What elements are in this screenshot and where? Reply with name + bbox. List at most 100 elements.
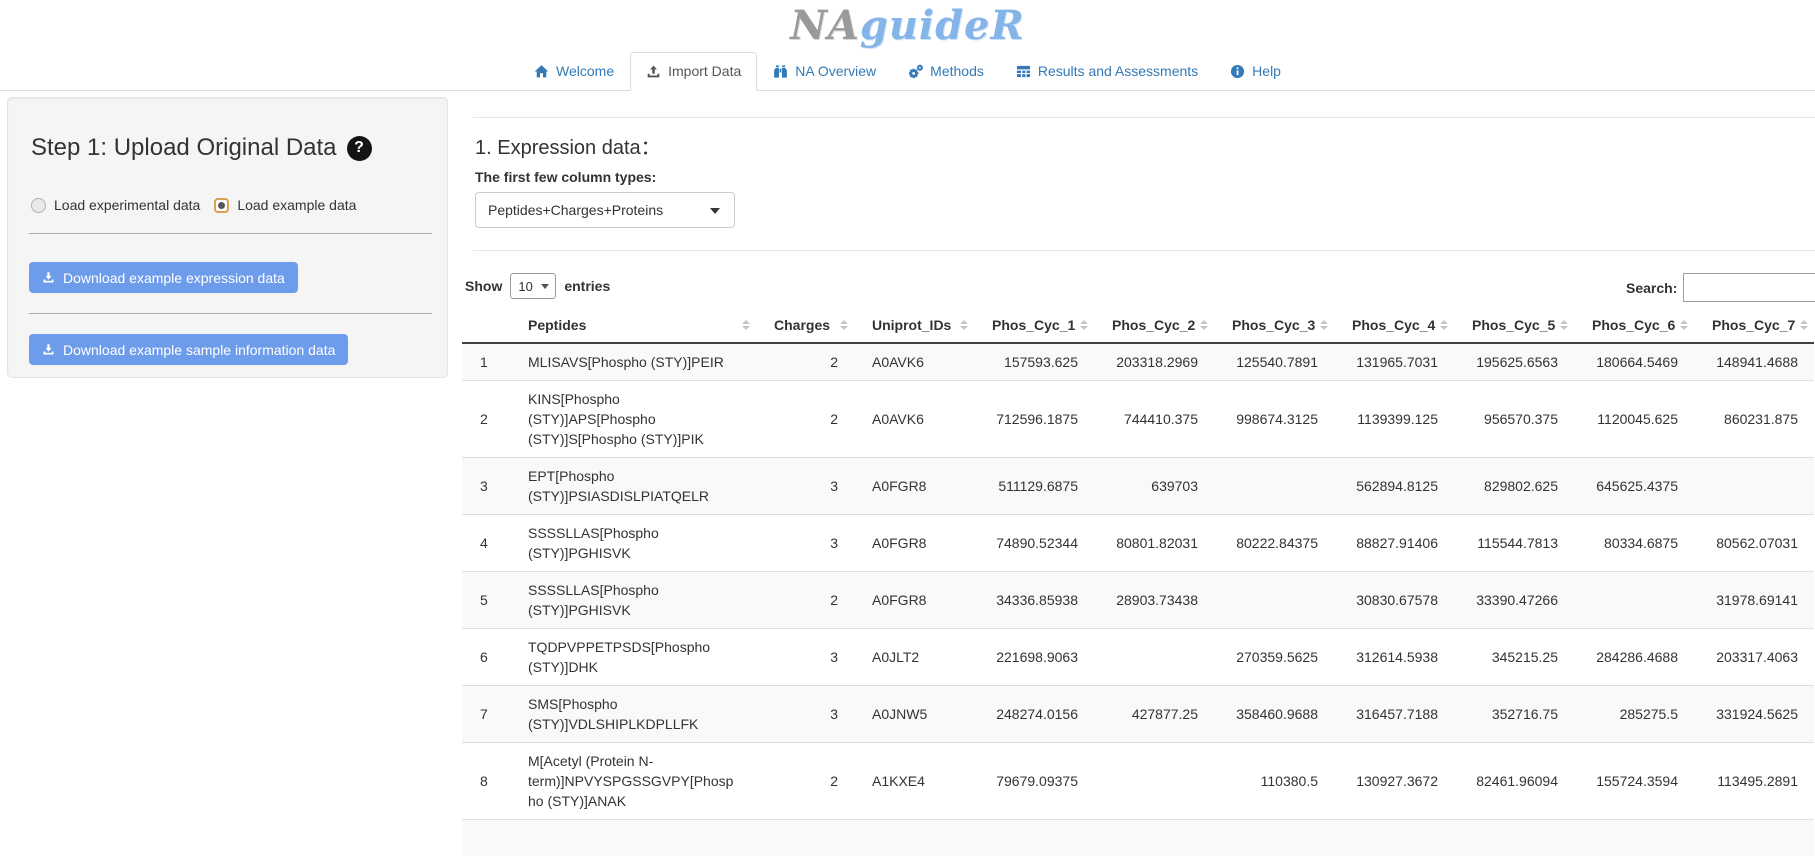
show-label: Show: [465, 278, 502, 294]
value-cell: 712596.1875: [974, 381, 1094, 458]
data-source-radio-group: Load experimental data Load example data: [31, 197, 356, 213]
tab-label: Welcome: [556, 62, 614, 81]
uniprot-cell: A0AVK6: [854, 381, 974, 458]
tab-welcome[interactable]: Welcome: [518, 52, 630, 91]
column-header[interactable]: Phos_Cyc_7: [1694, 308, 1814, 343]
value-cell: 1139399.125: [1334, 381, 1454, 458]
value-cell: 157593.625: [974, 343, 1094, 381]
page-length-select[interactable]: 10: [510, 273, 556, 299]
upload-icon: [646, 64, 661, 79]
value-cell: 180664.5469: [1574, 343, 1694, 381]
uniprot-cell: A0FGR8: [854, 515, 974, 572]
radio-load-example-data[interactable]: Load example data: [214, 197, 356, 213]
tab-help[interactable]: Help: [1214, 52, 1297, 91]
download-expression-data-button[interactable]: Download example expression data: [29, 262, 298, 293]
table-body: 1MLISAVS[Phospho (STY)]PEIR2A0AVK6157593…: [462, 343, 1814, 856]
uniprot-cell: A0AVK6: [854, 343, 974, 381]
step1-title: Step 1: Upload Original Data ?: [31, 134, 372, 162]
value-cell: 312614.5938: [1334, 629, 1454, 686]
uniprot-cell: A0JLT2: [854, 629, 974, 686]
column-header[interactable]: Phos_Cyc_6: [1574, 308, 1694, 343]
value-cell: 80334.6875: [1574, 515, 1694, 572]
row-index-cell: 2: [462, 381, 510, 458]
column-types-selected-value: Peptides+Charges+Proteins: [488, 202, 663, 218]
column-header-label: Phos_Cyc_4: [1352, 317, 1435, 333]
peptide-cell: SMS[Phospho (STY)]VDLSHIPLKDPLLFK: [510, 686, 756, 743]
column-header[interactable]: Phos_Cyc_2: [1094, 308, 1214, 343]
question-circle-icon[interactable]: ?: [347, 136, 372, 161]
value-cell: 203317.4063: [1694, 629, 1814, 686]
tab-import-data[interactable]: Import Data: [630, 52, 757, 91]
value-cell: 131965.7031: [1334, 343, 1454, 381]
peptide-cell: M[Acetyl (Protein N-term)]NPVYSPGSSGVPY[…: [510, 743, 756, 820]
peptide-cell: EPT[Phospho (STY)]PSIASDISLPIATQELR: [510, 458, 756, 515]
home-icon: [534, 64, 549, 79]
row-index-cell: 4: [462, 515, 510, 572]
value-cell: 203318.2969: [1094, 343, 1214, 381]
radio-checked-icon[interactable]: [214, 198, 229, 213]
charge-cell: 2: [756, 572, 854, 629]
value-cell: 130927.3672: [1334, 743, 1454, 820]
peptide-cell: SSSSLLAS[Phospho (STY)]PGHISVK: [510, 572, 756, 629]
value-cell: [510, 820, 756, 856]
sort-icon: [1440, 320, 1448, 330]
download-icon: [42, 343, 55, 356]
sort-icon: [1320, 320, 1328, 330]
tab-methods[interactable]: Methods: [892, 52, 1000, 91]
column-header[interactable]: Uniprot_IDs: [854, 308, 974, 343]
value-cell: 427877.25: [1094, 686, 1214, 743]
info-icon: [1230, 64, 1245, 79]
value-cell: 744410.375: [1094, 381, 1214, 458]
table-row-partial: [462, 820, 1814, 856]
tab-label: Methods: [930, 62, 984, 81]
value-cell: [1574, 572, 1694, 629]
value-cell: 30830.67578: [1334, 572, 1454, 629]
expression-data-table-wrap: PeptidesChargesUniprot_IDsPhos_Cyc_1 Phos…: [462, 308, 1815, 856]
value-cell: 248274.0156: [974, 686, 1094, 743]
column-header[interactable]: Charges: [756, 308, 854, 343]
tab-label: Import Data: [668, 62, 741, 81]
uniprot-cell: A0JNW5: [854, 686, 974, 743]
value-cell: 331924.5625: [1694, 686, 1814, 743]
peptide-cell: KINS[Phospho (STY)]APS[Phospho (STY)]S[P…: [510, 381, 756, 458]
value-cell: 88827.91406: [1334, 515, 1454, 572]
import-data-panel: 1. Expression data： The first few column…: [462, 105, 1815, 826]
charge-cell: 3: [756, 629, 854, 686]
column-header[interactable]: Phos_Cyc_1: [974, 308, 1094, 343]
value-cell: [1694, 458, 1814, 515]
table-length-control: Show 10 entries: [465, 273, 610, 299]
tab-results-and-assessments[interactable]: Results and Assessments: [1000, 52, 1214, 91]
content-divider: [473, 250, 1815, 251]
column-types-label: The first few column types:: [475, 169, 656, 185]
value-cell: [756, 820, 854, 856]
column-header[interactable]: Phos_Cyc_3: [1214, 308, 1334, 343]
tab-na-overview[interactable]: NA Overview: [757, 52, 892, 91]
download-sample-info-button[interactable]: Download example sample information data: [29, 334, 348, 365]
value-cell: [462, 820, 510, 856]
value-cell: 80562.07031: [1694, 515, 1814, 572]
column-types-select[interactable]: Peptides+Charges+Proteins: [475, 192, 735, 228]
download-icon: [42, 271, 55, 284]
search-input[interactable]: [1683, 273, 1815, 302]
row-index-cell: 8: [462, 743, 510, 820]
column-header-index: [462, 308, 510, 343]
gears-icon: [908, 64, 923, 79]
row-index-cell: 1: [462, 343, 510, 381]
table-row: 1MLISAVS[Phospho (STY)]PEIR2A0AVK6157593…: [462, 343, 1814, 381]
value-cell: 221698.9063: [974, 629, 1094, 686]
search-label: Search:: [1626, 280, 1677, 296]
value-cell: [1334, 820, 1454, 856]
row-index-cell: 5: [462, 572, 510, 629]
column-header-label: Phos_Cyc_2: [1112, 317, 1195, 333]
radio-load-experimental-data[interactable]: Load experimental data: [31, 197, 200, 213]
column-header[interactable]: Phos_Cyc_4: [1334, 308, 1454, 343]
column-header[interactable]: Peptides: [510, 308, 756, 343]
charge-cell: 3: [756, 515, 854, 572]
column-header-label: Phos_Cyc_5: [1472, 317, 1555, 333]
radio-unchecked-icon[interactable]: [31, 198, 46, 213]
value-cell: 860231.875: [1694, 381, 1814, 458]
caret-down-icon: [541, 284, 549, 289]
column-header[interactable]: Phos_Cyc_5: [1454, 308, 1574, 343]
binoculars-icon: [773, 64, 788, 79]
value-cell: 345215.25: [1454, 629, 1574, 686]
